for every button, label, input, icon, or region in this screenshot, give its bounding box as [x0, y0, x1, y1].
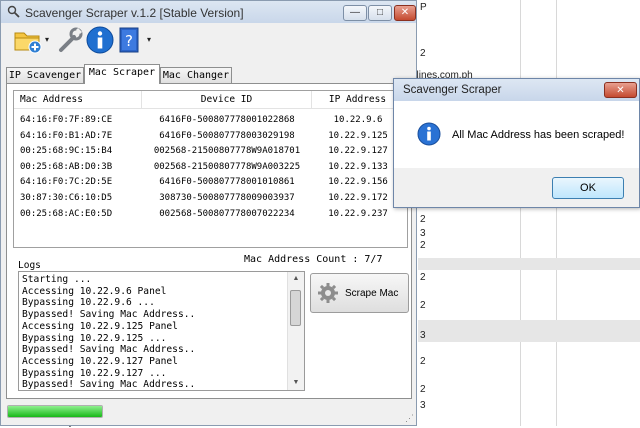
tab-ip-scavenger[interactable]: IP Scavenger — [6, 67, 84, 83]
toolbar: ▾ ? ▾ — [1, 23, 416, 61]
svg-text:?: ? — [125, 32, 133, 50]
log-line: Bypassed! Saving Mac Address.. — [22, 344, 196, 356]
column-header-device-id[interactable]: Device ID — [142, 91, 312, 109]
tab-mac-scraper[interactable]: Mac Scraper — [84, 64, 160, 84]
mac-count-label: Mac Address Count : 7/7 — [244, 254, 383, 265]
table-row[interactable]: 00:25:68:AB:D0:3B 002568-21500807778W9A00… — [14, 160, 407, 175]
dialog-title-bar[interactable]: Scavenger Scraper ✕ — [394, 79, 639, 101]
mac-address-cell: 00:25:68:AB:D0:3B — [20, 161, 113, 172]
dialog-title: Scavenger Scraper — [403, 84, 502, 96]
logs-scrollbar[interactable]: ▲ ▼ — [287, 272, 304, 390]
background-text: 3 — [420, 228, 426, 239]
log-line: Accessing 10.22.9.125 Panel — [22, 320, 178, 332]
background-grid-line — [556, 0, 557, 426]
ip-address-cell: 10.22.9.237 — [328, 208, 388, 219]
dialog-message: All Mac Address has been scraped! — [452, 129, 625, 141]
scroll-down-icon[interactable]: ▼ — [288, 376, 304, 390]
device-id-cell: 002568-21500807778W9A018701 — [153, 146, 301, 157]
device-id-cell: 308730-500807778009003937 — [159, 193, 295, 203]
device-id-cell: 6416F0-500807778003029198 — [159, 130, 295, 141]
column-header-ip[interactable]: IP Address — [312, 91, 404, 109]
column-header-mac[interactable]: Mac Address — [14, 91, 142, 109]
open-folder-add-icon[interactable] — [13, 25, 43, 55]
table-row[interactable]: 64:16:F0:B1:AD:7E 6416F0-5008077780030291… — [14, 129, 407, 144]
magnifier-icon — [7, 5, 20, 18]
title-bar[interactable]: Scavenger Scraper v.1.2 [Stable Version]… — [1, 1, 416, 23]
log-line: Bypassing 10.22.9.125 ... — [22, 332, 167, 344]
dialog-close-button[interactable]: ✕ — [604, 82, 637, 98]
progress-fill — [8, 406, 102, 417]
wrench-icon[interactable] — [55, 25, 85, 55]
progress-bar — [7, 405, 103, 418]
log-line: Accessing 10.22.9.127 Panel — [22, 355, 178, 367]
log-line: Starting ... — [22, 274, 92, 285]
scrollbar-thumb[interactable] — [290, 290, 301, 326]
gear-icon — [317, 282, 339, 304]
table-row[interactable]: 30:87:30:C6:10:D5 308730-5008077780090039… — [14, 191, 407, 206]
scrape-mac-label: Scrape Mac — [345, 288, 399, 299]
log-line: Accessing 10.22.9.6 Panel — [22, 285, 167, 297]
mac-address-cell: 30:87:30:C6:10:D5 — [20, 193, 113, 203]
background-text: 2 — [420, 384, 426, 395]
scroll-up-icon[interactable]: ▲ — [288, 272, 304, 286]
background-text: P — [420, 2, 427, 13]
log-line: Bypassing 10.22.9.6 ... — [22, 297, 155, 309]
background-text: 2 — [420, 240, 426, 251]
background-text: 2 — [420, 356, 426, 367]
ip-address-cell: 10.22.9.125 — [328, 130, 388, 141]
log-line: Bypassed! Saving Mac Address.. — [22, 309, 196, 321]
table-row[interactable]: 00:25:68:9C:15:B4 002568-21500807778W9A01… — [14, 144, 407, 159]
background-text: 3 — [420, 330, 426, 341]
background-text: 2 — [420, 272, 426, 283]
mac-address-cell: 64:16:F0:7F:89:CE — [20, 115, 113, 125]
ip-address-cell: 10.22.9.127 — [328, 146, 388, 157]
window-title: Scavenger Scraper v.1.2 [Stable Version] — [25, 6, 244, 20]
logs-textbox[interactable]: Starting ... Accessing 10.22.9.6 Panel Byp… — [18, 271, 305, 391]
log-line: Bypassed! Saving Mac Address.. — [22, 379, 196, 391]
close-button[interactable]: ✕ — [394, 5, 416, 21]
log-line: Bypassing 10.22.9.127 ... — [22, 367, 167, 379]
ip-address-cell: 10.22.9.133 — [328, 161, 388, 172]
mac-address-cell: 64:16:F0:B1:AD:7E — [20, 130, 113, 141]
dialog-body: All Mac Address has been scraped! — [394, 101, 639, 168]
resize-grip-icon[interactable]: ⋰ — [405, 413, 414, 424]
tab-mac-changer[interactable]: Mac Changer — [160, 67, 232, 83]
background-grid-line — [520, 0, 521, 426]
table-row[interactable]: 64:16:F0:7F:89:CE 6416F0-5008077780010228… — [14, 113, 407, 128]
ip-address-cell: 10.22.9.6 — [333, 115, 383, 125]
background-text: 3 — [420, 400, 426, 411]
chevron-down-icon[interactable]: ▾ — [147, 35, 151, 44]
info-icon — [417, 122, 441, 146]
mac-address-cell: 00:25:68:AC:E0:5D — [20, 208, 113, 219]
background-text: 2 — [420, 48, 426, 59]
table-row[interactable]: 00:25:68:AC:E0:5D 002568-5008077780070222… — [14, 207, 407, 222]
scrape-mac-button[interactable]: Scrape Mac — [310, 273, 409, 313]
mac-address-cell: 64:16:F0:7C:2D:5E — [20, 177, 113, 188]
minimize-button[interactable]: — — [343, 5, 367, 21]
table-row[interactable]: 64:16:F0:7C:2D:5E 6416F0-5008077780010108… — [14, 175, 407, 190]
background-band — [418, 320, 640, 342]
background-text: 2 — [420, 300, 426, 311]
ok-button[interactable]: OK — [552, 177, 624, 199]
message-dialog: Scavenger Scraper ✕ All Mac Address has … — [393, 78, 640, 208]
logs-label: Logs — [18, 260, 41, 271]
maximize-button[interactable]: □ — [368, 5, 392, 21]
info-icon[interactable] — [85, 25, 115, 55]
ip-address-cell: 10.22.9.172 — [328, 193, 388, 203]
device-id-cell: 002568-500807778007022234 — [159, 208, 295, 219]
main-window: Scavenger Scraper v.1.2 [Stable Version]… — [0, 0, 417, 426]
ip-address-cell: 10.22.9.156 — [328, 177, 388, 188]
device-id-cell: 6416F0-500807778001010861 — [159, 177, 295, 188]
help-book-icon[interactable]: ? — [115, 25, 145, 55]
device-id-cell: 002568-21500807778W9A003225 — [153, 161, 301, 172]
chevron-down-icon[interactable]: ▾ — [45, 35, 49, 44]
background-band — [418, 258, 640, 270]
background-text: 2 — [420, 214, 426, 225]
device-id-cell: 6416F0-500807778001022868 — [159, 115, 295, 125]
mac-address-table[interactable]: Mac Address Device ID IP Address 64:16:F… — [13, 90, 408, 248]
mac-address-cell: 00:25:68:9C:15:B4 — [20, 146, 113, 157]
